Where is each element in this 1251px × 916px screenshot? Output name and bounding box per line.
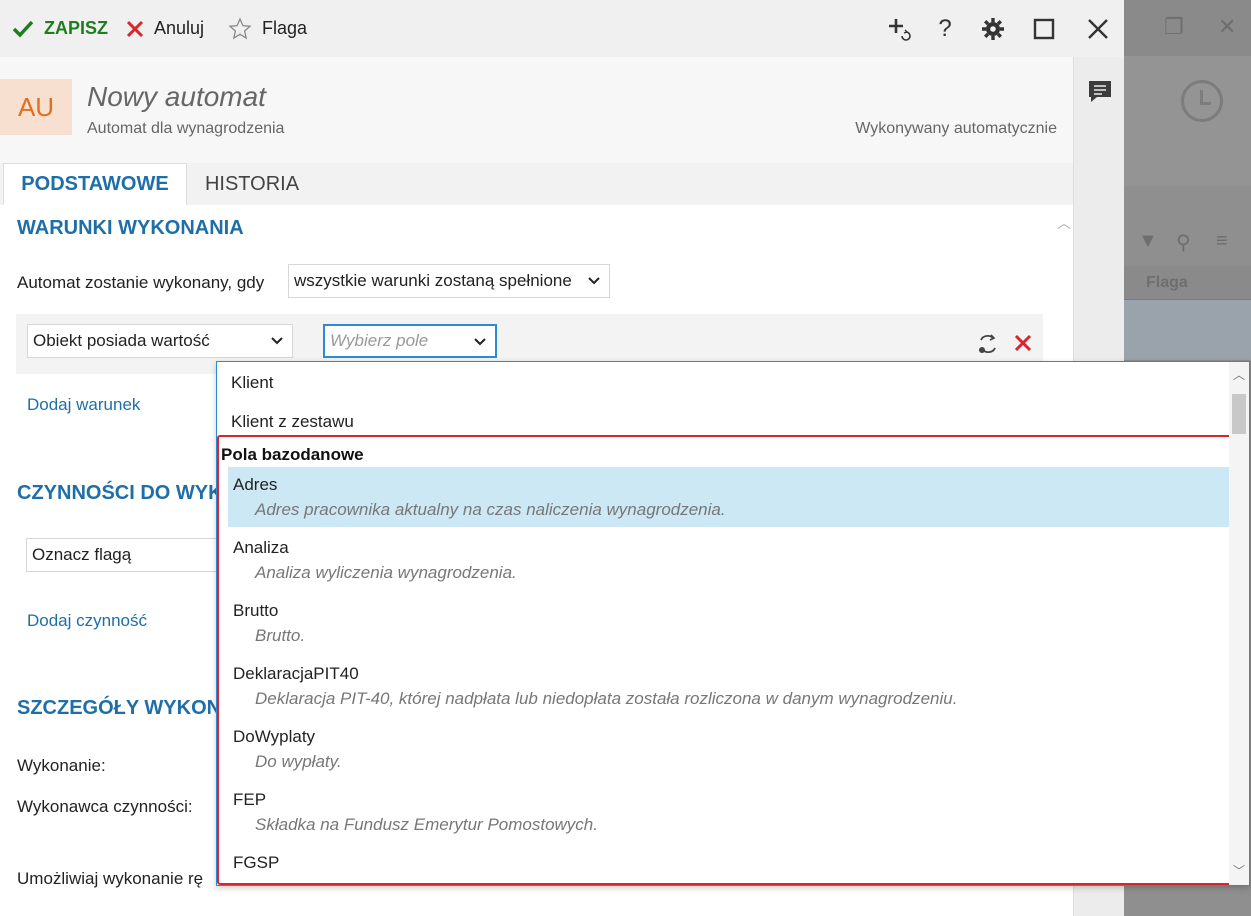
section-title-details: SZCZEGÓŁY WYKON xyxy=(17,697,222,719)
action-select[interactable]: Oznacz flagą xyxy=(26,538,226,572)
add-condition-link[interactable]: Dodaj warunek xyxy=(27,395,140,415)
page-title: Nowy automat xyxy=(87,81,266,112)
plus-refresh-icon xyxy=(889,19,911,41)
toolbar: ZAPISZ Anuluj Flaga ? xyxy=(0,0,1124,57)
execution-mode-label: Wykonywany automatycznie xyxy=(855,120,1057,137)
check-icon xyxy=(12,20,34,38)
dropdown-item-desc: Adres pracownika aktualny na czas nalicz… xyxy=(255,500,726,519)
when-label: Automat zostanie wykonany, gdy xyxy=(17,273,265,292)
tab-bar: PODSTAWOWE HISTORIA xyxy=(0,163,1073,205)
delete-condition-icon[interactable] xyxy=(1014,334,1032,352)
scroll-up-icon[interactable]: ︿ xyxy=(1057,213,1071,233)
executor-label: Wykonawca czynności: xyxy=(17,797,193,816)
dropdown-item-brutto[interactable]: Brutto Brutto. xyxy=(228,593,1230,653)
help-icon: ? xyxy=(938,15,952,42)
comment-icon[interactable] xyxy=(1086,79,1114,105)
add-new-button[interactable] xyxy=(885,14,915,44)
filter-icon: ▼ xyxy=(1138,230,1158,252)
gear-icon xyxy=(982,18,1004,40)
maximize-button[interactable] xyxy=(1029,14,1059,44)
dropdown-group-title: Pola bazodanowe xyxy=(221,445,364,464)
tab-podstawowe[interactable]: PODSTAWOWE xyxy=(3,163,187,205)
cancel-button[interactable]: Anuluj xyxy=(126,0,204,57)
dropdown-item-deklaracjapit40[interactable]: DeklaracjaPIT40 Deklaracja PIT-40, które… xyxy=(228,656,1230,716)
dropdown-item-name: Adres xyxy=(233,475,278,494)
action-select-value: Oznacz flagą xyxy=(32,545,132,564)
dropdown-item-klient[interactable]: Klient xyxy=(231,373,274,393)
flag-label: Flaga xyxy=(262,18,308,38)
help-button[interactable]: ? xyxy=(930,14,960,44)
search-icon: ⚲ xyxy=(1176,232,1191,254)
field-select[interactable]: Wybierz pole xyxy=(323,324,497,358)
flag-button[interactable]: Flaga xyxy=(228,0,307,57)
dropdown-item-name: FGSP xyxy=(233,853,280,872)
scroll-down-icon[interactable]: ﹀ xyxy=(1233,862,1245,879)
dropdown-item-klient-z-zestawu[interactable]: Klient z zestawu xyxy=(231,412,354,432)
tab-historia[interactable]: HISTORIA xyxy=(187,163,317,205)
dropdown-item-fgsp[interactable]: FGSP xyxy=(228,845,1230,885)
chevron-down-icon xyxy=(474,338,486,346)
cancel-label: Anuluj xyxy=(154,18,205,38)
dropdown-item-dowyplaty[interactable]: DoWyplaty Do wypłaty. xyxy=(228,719,1230,779)
add-action-link[interactable]: Dodaj czynność xyxy=(27,611,147,631)
dropdown-item-name: Brutto xyxy=(233,601,279,620)
dropdown-item-desc: Deklaracja PIT-40, której nadpłata lub n… xyxy=(255,689,958,708)
dropdown-scrollbar[interactable]: ︿ ﹀ xyxy=(1229,362,1249,885)
execution-label: Wykonanie: xyxy=(17,756,106,775)
dropdown-group-database-fields: Pola bazodanowe Adres Adres pracownika a… xyxy=(217,435,1249,885)
condition-type-select[interactable]: Obiekt posiada wartość xyxy=(27,324,293,358)
when-select[interactable]: wszystkie warunki zostaną spełnione xyxy=(288,264,610,298)
maximize-icon xyxy=(1033,18,1055,40)
close-red-icon xyxy=(126,20,144,37)
chevron-down-icon xyxy=(271,337,283,345)
swap-condition-icon[interactable] xyxy=(977,333,999,355)
field-select-placeholder: Wybierz pole xyxy=(330,331,429,350)
chevron-down-icon xyxy=(588,277,600,285)
background-titlebar: ❐ ✕ xyxy=(1124,0,1251,56)
field-dropdown-list: Klient Klient z zestawu Pola bazodanowe … xyxy=(216,361,1250,886)
dropdown-item-adres[interactable]: Adres Adres pracownika aktualny na czas … xyxy=(228,467,1230,527)
dropdown-item-name: Analiza xyxy=(233,538,289,557)
save-label: ZAPISZ xyxy=(44,18,109,38)
scrollbar-thumb[interactable] xyxy=(1232,394,1246,434)
column-header-flag: Flaga xyxy=(1146,274,1188,291)
background-column-header: Flaga xyxy=(1124,266,1251,300)
save-button[interactable]: ZAPISZ xyxy=(12,0,108,57)
automat-dialog: ZAPISZ Anuluj Flaga ? AU Nowy automat Au… xyxy=(0,0,1250,916)
close-icon: ✕ xyxy=(1218,14,1237,39)
allow-manual-label: Umożliwiaj wykonanie rę xyxy=(17,869,204,888)
condition-type-value: Obiekt posiada wartość xyxy=(33,331,210,350)
page-subtitle: Automat dla wynagrodzenia xyxy=(87,120,285,137)
dropdown-item-desc: Do wypłaty. xyxy=(255,752,342,771)
dropdown-item-desc: Analiza wyliczenia wynagrodzenia. xyxy=(255,563,517,582)
star-icon xyxy=(228,16,252,39)
dropdown-item-desc: Składka na Fundusz Emerytur Pomostowych. xyxy=(255,815,598,834)
scroll-up-icon[interactable]: ︿ xyxy=(1233,366,1245,383)
background-header xyxy=(1124,56,1251,186)
dropdown-item-analiza[interactable]: Analiza Analiza wyliczenia wynagrodzenia… xyxy=(228,530,1230,590)
dropdown-item-name: DeklaracjaPIT40 xyxy=(233,664,359,683)
close-button[interactable] xyxy=(1083,14,1113,44)
dropdown-item-fep[interactable]: FEP Składka na Fundusz Emerytur Pomostow… xyxy=(228,782,1230,842)
settings-button[interactable] xyxy=(978,14,1008,44)
restore-icon: ❐ xyxy=(1164,14,1184,39)
history-icon xyxy=(1181,80,1223,122)
section-title-actions: CZYNNOŚCI DO WYK xyxy=(17,482,223,504)
background-selected-row xyxy=(1124,300,1251,360)
menu-icon: ≡ xyxy=(1216,230,1228,252)
close-icon xyxy=(1088,19,1108,39)
dropdown-item-desc: Brutto. xyxy=(255,626,306,645)
section-title-conditions: WARUNKI WYKONANIA xyxy=(17,217,244,239)
avatar: AU xyxy=(0,79,72,135)
dropdown-item-name: FEP xyxy=(233,790,267,809)
when-select-value: wszystkie warunki zostaną spełnione xyxy=(294,271,572,290)
dialog-header: AU Nowy automat Automat dla wynagrodzeni… xyxy=(0,57,1073,163)
dropdown-item-name: DoWyplaty xyxy=(233,727,316,746)
